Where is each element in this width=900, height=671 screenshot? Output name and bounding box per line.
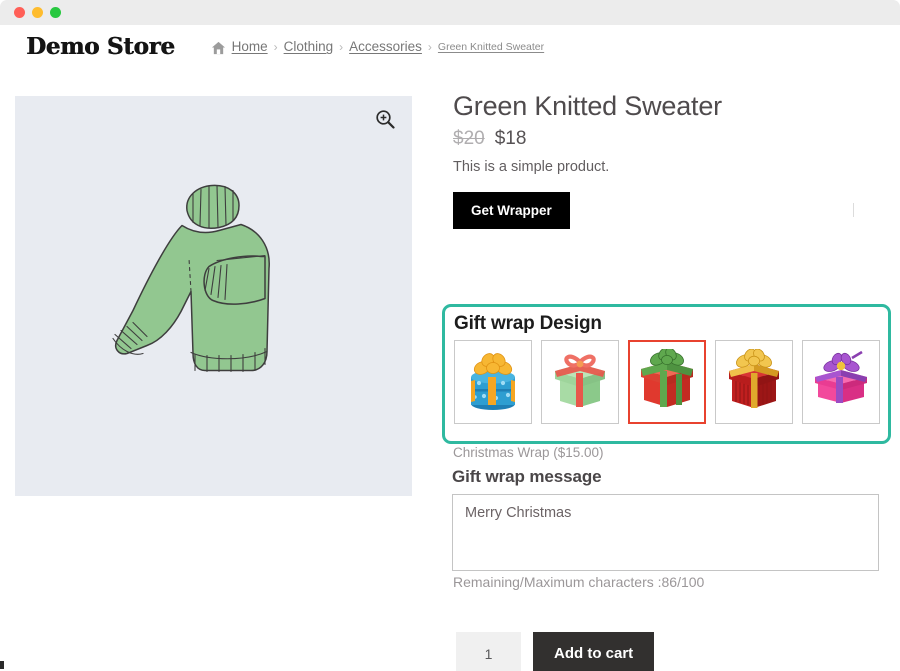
product-description: This is a simple product. xyxy=(453,159,610,176)
site-header: Demo Store Home › Clothing › Accessories… xyxy=(0,25,900,70)
site-logo[interactable]: Demo Store xyxy=(26,33,175,60)
breadcrumb-separator: › xyxy=(273,39,278,54)
dark-red-gift-box-gold-ribbon-icon xyxy=(729,349,779,408)
original-price: $20 xyxy=(453,128,485,150)
gift-wrap-option-pink-purple-ribbon[interactable] xyxy=(802,340,880,424)
product-gallery xyxy=(15,96,412,496)
product-image xyxy=(69,149,359,444)
character-counter: Remaining/Maximum characters :86/100 xyxy=(453,574,705,590)
breadcrumb-item-clothing[interactable]: Clothing xyxy=(284,39,334,54)
price-block: $20 $18 xyxy=(453,128,883,150)
page-body: Demo Store Home › Clothing › Accessories… xyxy=(0,25,900,671)
window-titlebar xyxy=(0,0,900,25)
gift-wrap-option-dark-red-gold-ribbon[interactable] xyxy=(715,340,793,424)
close-window-button[interactable] xyxy=(14,7,25,18)
breadcrumb-separator: › xyxy=(427,39,432,54)
blue-polka-dot-gift-box-icon xyxy=(471,353,515,410)
maximize-window-button[interactable] xyxy=(50,7,61,18)
add-to-cart-row: Add to cart xyxy=(456,632,655,671)
breadcrumb-item-current: Green Knitted Sweater xyxy=(437,40,545,53)
breadcrumb-separator: › xyxy=(339,39,344,54)
minimize-window-button[interactable] xyxy=(32,7,43,18)
browser-window: Demo Store Home › Clothing › Accessories… xyxy=(0,0,900,671)
gift-wrap-design-options xyxy=(454,340,880,424)
magnifier-plus-icon[interactable] xyxy=(374,108,396,130)
page-title: Green Knitted Sweater xyxy=(453,91,722,121)
scrollbar-artifact xyxy=(0,661,4,669)
add-to-cart-button[interactable]: Add to cart xyxy=(533,632,655,671)
breadcrumb-item-home[interactable]: Home xyxy=(232,39,268,54)
gift-wrap-message-input[interactable] xyxy=(452,494,879,571)
gift-wrap-option-red-green-ribbon[interactable] xyxy=(628,340,706,424)
gift-wrap-option-green-coral-bow[interactable] xyxy=(541,340,619,424)
green-gift-box-coral-bow-icon xyxy=(555,354,605,407)
sale-price: $18 xyxy=(494,128,527,150)
gift-wrap-design-panel: Gift wrap Design xyxy=(442,304,891,444)
gift-wrap-design-title: Gift wrap Design xyxy=(454,313,602,334)
pink-gift-box-purple-ribbon-icon xyxy=(815,350,867,403)
selected-wrap-label: Christmas Wrap ($15.00) xyxy=(453,445,604,460)
quantity-input[interactable] xyxy=(456,632,521,671)
breadcrumb-item-accessories[interactable]: Accessories xyxy=(349,39,422,54)
get-wrapper-button[interactable]: Get Wrapper xyxy=(453,192,570,230)
breadcrumb: Home › Clothing › Accessories › Green Kn… xyxy=(211,39,545,55)
traffic-light-controls xyxy=(14,7,61,18)
text-caret-artifact xyxy=(853,203,854,217)
gift-wrap-message-title: Gift wrap message xyxy=(452,467,602,486)
product-summary: Green Knitted Sweater $20 $18 This is a … xyxy=(453,90,883,230)
home-icon[interactable] xyxy=(211,41,226,55)
red-gift-box-green-ribbon-icon xyxy=(641,349,693,407)
gift-wrap-option-blue-polka-dot[interactable] xyxy=(454,340,532,424)
